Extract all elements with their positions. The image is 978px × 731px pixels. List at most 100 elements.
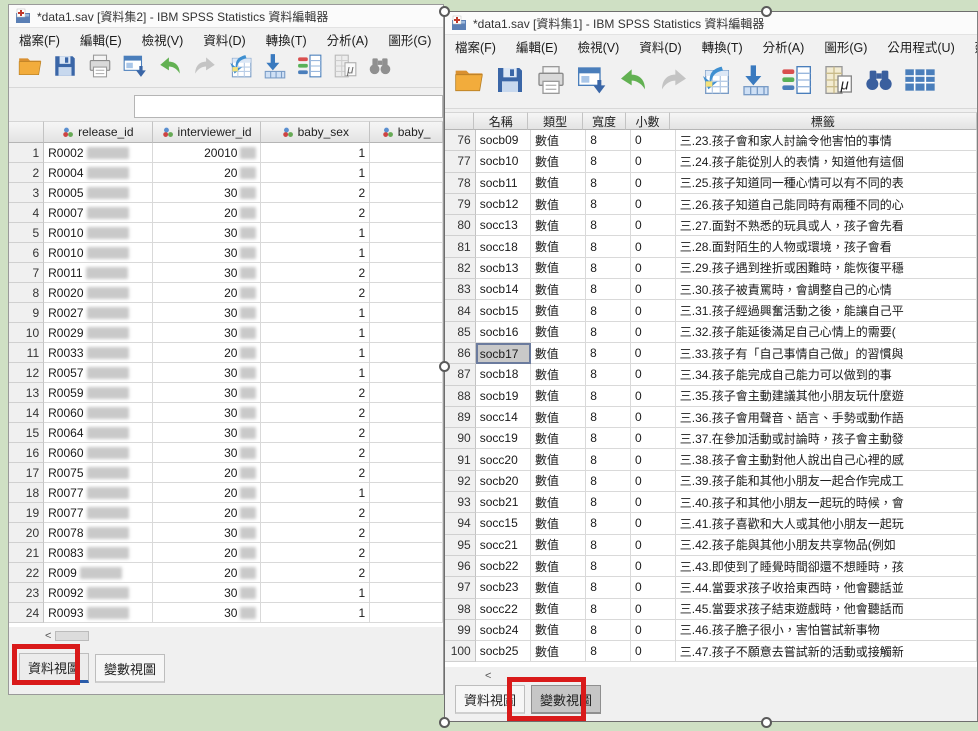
cell-type[interactable]: 數值 xyxy=(531,492,586,513)
title-bar[interactable]: *data1.sav [資料集1] - IBM SPSS Statistics … xyxy=(445,12,977,35)
selection-handle-bottom-left[interactable] xyxy=(439,717,450,728)
cell-release-id[interactable]: R0011 xyxy=(44,263,153,283)
cell-interviewer-id[interactable]: 30 xyxy=(153,243,262,263)
column-header[interactable]: 寬度 xyxy=(583,112,627,130)
row-number[interactable]: 15 xyxy=(9,423,44,443)
cell-release-id[interactable]: R0060 xyxy=(44,403,153,423)
row-number[interactable]: 82 xyxy=(445,258,476,279)
cell-release-id[interactable]: R0005 xyxy=(44,183,153,203)
value-labels-button[interactable] xyxy=(295,54,325,84)
cell-interviewer-id[interactable]: 20 xyxy=(153,483,262,503)
row-number[interactable]: 24 xyxy=(9,603,44,623)
selection-handle-top-left[interactable] xyxy=(439,6,450,17)
row-number[interactable]: 95 xyxy=(445,535,476,556)
undo-button[interactable] xyxy=(615,64,651,102)
menu-item[interactable]: 檔案(F) xyxy=(9,28,70,50)
cell-name[interactable]: socc19 xyxy=(476,428,531,449)
cell-label[interactable]: 三.39.孩子能和其他小朋友一起合作完成工 xyxy=(676,471,977,492)
cell-baby[interactable] xyxy=(370,183,443,203)
cell-release-id[interactable]: R0033 xyxy=(44,343,153,363)
row-number[interactable]: 92 xyxy=(445,471,476,492)
cell-width[interactable]: 8 xyxy=(586,151,631,172)
scrollbar-thumb[interactable] xyxy=(55,631,89,641)
cell-interviewer-id[interactable]: 30 xyxy=(153,363,262,383)
column-header-baby_sex[interactable]: baby_sex xyxy=(261,121,370,143)
cell-baby-sex[interactable]: 2 xyxy=(261,503,370,523)
cell-baby[interactable] xyxy=(370,383,443,403)
row-number[interactable]: 98 xyxy=(445,599,476,620)
row-number[interactable]: 6 xyxy=(9,243,44,263)
cell-type[interactable]: 數值 xyxy=(531,407,586,428)
cell-width[interactable]: 8 xyxy=(586,428,631,449)
cell-type[interactable]: 數值 xyxy=(531,449,586,470)
cell-name[interactable]: socb12 xyxy=(476,194,531,215)
cell-label[interactable]: 三.32.孩子能延後滿足自己心情上的需要( xyxy=(676,322,977,343)
cell-type[interactable]: 數值 xyxy=(531,151,586,172)
cell-baby-sex[interactable]: 1 xyxy=(261,603,370,623)
cell-baby[interactable] xyxy=(370,523,443,543)
cell-label[interactable]: 三.46.孩子膽子很小，害怕嘗試新事物 xyxy=(676,620,977,641)
cell-name[interactable]: socb16 xyxy=(476,322,531,343)
cell-label[interactable]: 三.36.孩子會用聲音、語言、手勢或動作語 xyxy=(676,407,977,428)
cell-label[interactable]: 三.34.孩子能完成自己能力可以做到的事 xyxy=(676,364,977,385)
print-button[interactable] xyxy=(533,64,569,102)
cell-type[interactable]: 數值 xyxy=(531,173,586,194)
cell-decimals[interactable]: 0 xyxy=(631,386,676,407)
cell-label[interactable]: 三.42.孩子能與其他小朋友共享物品(例如 xyxy=(676,535,977,556)
cell-name[interactable]: socb20 xyxy=(476,471,531,492)
cell-baby-sex[interactable]: 2 xyxy=(261,543,370,563)
cell-label[interactable]: 三.23.孩子會和家人討論令他害怕的事情 xyxy=(676,130,977,151)
cell-release-id[interactable]: R0057 xyxy=(44,363,153,383)
cell-decimals[interactable]: 0 xyxy=(631,620,676,641)
row-number[interactable]: 91 xyxy=(445,449,476,470)
cell-decimals[interactable]: 0 xyxy=(631,428,676,449)
show-variables-button[interactable]: μ xyxy=(820,64,856,102)
cell-type[interactable]: 數值 xyxy=(531,471,586,492)
cell-release-id[interactable]: R0083 xyxy=(44,543,153,563)
cell-label[interactable]: 三.24.孩子能從別人的表情，知道他有這個 xyxy=(676,151,977,172)
row-number[interactable]: 76 xyxy=(445,130,476,151)
cell-label[interactable]: 三.40.孩子和其他小朋友一起玩的時候，會 xyxy=(676,492,977,513)
cell-width[interactable]: 8 xyxy=(586,386,631,407)
cell-decimals[interactable]: 0 xyxy=(631,279,676,300)
cell-decimals[interactable]: 0 xyxy=(631,599,676,620)
cell-baby[interactable] xyxy=(370,323,443,343)
cell-width[interactable]: 8 xyxy=(586,449,631,470)
column-header-baby_[interactable]: baby_ xyxy=(370,121,443,143)
cell-width[interactable]: 8 xyxy=(586,215,631,236)
cell-baby[interactable] xyxy=(370,543,443,563)
menu-item[interactable]: 編輯(E) xyxy=(70,28,132,50)
row-number[interactable]: 86 xyxy=(445,343,476,364)
cell-type[interactable]: 數值 xyxy=(531,279,586,300)
cell-label[interactable]: 三.30.孩子被責罵時，會調整自己的心情 xyxy=(676,279,977,300)
cell-label[interactable]: 三.29.孩子遇到挫折或困難時，能恢復平穩 xyxy=(676,258,977,279)
row-number[interactable]: 79 xyxy=(445,194,476,215)
cell-name[interactable]: socb24 xyxy=(476,620,531,641)
table-grid-button[interactable] xyxy=(902,64,938,102)
cell-name[interactable]: socb19 xyxy=(476,386,531,407)
cell-decimals[interactable]: 0 xyxy=(631,343,676,364)
cell-baby-sex[interactable]: 1 xyxy=(261,243,370,263)
row-number[interactable]: 84 xyxy=(445,300,476,321)
cell-interviewer-id[interactable]: 20 xyxy=(153,283,262,303)
cell-interviewer-id[interactable]: 20 xyxy=(153,463,262,483)
cell-width[interactable]: 8 xyxy=(586,492,631,513)
cell-width[interactable]: 8 xyxy=(586,279,631,300)
cell-baby-sex[interactable]: 2 xyxy=(261,283,370,303)
cell-label[interactable]: 三.37.在參加活動或討論時，孩子會主動發 xyxy=(676,428,977,449)
cell-baby-sex[interactable]: 1 xyxy=(261,163,370,183)
cell-release-id[interactable]: R0077 xyxy=(44,483,153,503)
cell-baby-sex[interactable]: 2 xyxy=(261,383,370,403)
cell-width[interactable]: 8 xyxy=(586,130,631,151)
menu-item[interactable]: 編輯(E) xyxy=(506,35,568,57)
cell-interviewer-id[interactable]: 30 xyxy=(153,583,262,603)
cell-interviewer-id[interactable]: 20 xyxy=(153,563,262,583)
row-number[interactable]: 17 xyxy=(9,463,44,483)
cell-width[interactable]: 8 xyxy=(586,513,631,534)
cell-name[interactable]: socc13 xyxy=(476,215,531,236)
cell-type[interactable]: 數值 xyxy=(531,641,586,662)
find-button[interactable] xyxy=(365,54,395,84)
cell-label[interactable]: 三.45.當要求孩子結束遊戲時，他會聽話而 xyxy=(676,599,977,620)
row-number[interactable]: 77 xyxy=(445,151,476,172)
row-number[interactable]: 93 xyxy=(445,492,476,513)
